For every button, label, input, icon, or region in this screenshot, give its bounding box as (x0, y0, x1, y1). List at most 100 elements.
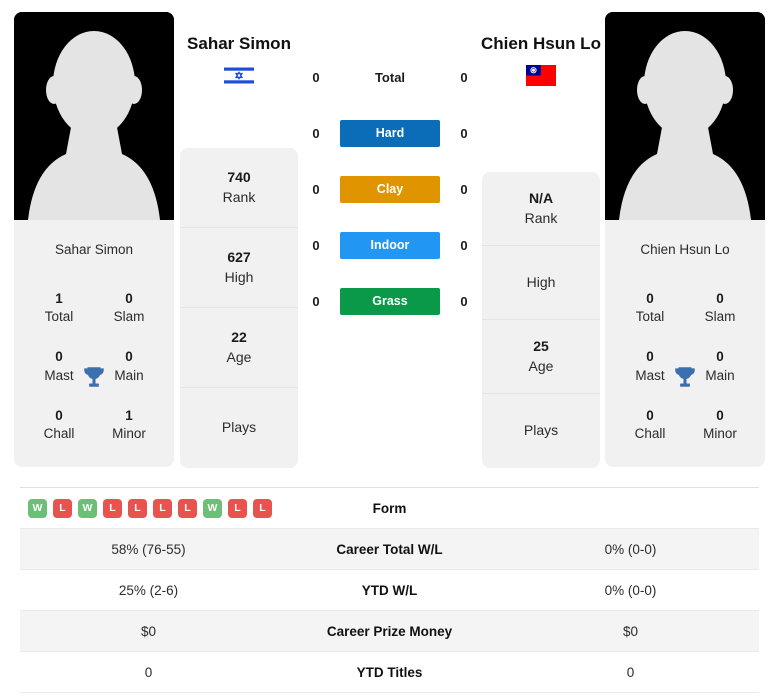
flag-wrap-right (466, 64, 616, 86)
comparison-stats-table: WLWLLLLWLL Form 58% (76-55) Career Total… (20, 487, 759, 693)
title-cell: 0 Chall (24, 395, 94, 453)
form-badge-loss: L (153, 498, 172, 518)
player-silhouette-icon (14, 12, 174, 220)
table-cell-left: $0 (140, 623, 157, 639)
player-name-left: Sahar Simon (187, 34, 291, 53)
surface-right-value: 0 (460, 237, 468, 253)
player-name-right: Chien Hsun Lo (481, 34, 601, 53)
table-cell-left: 0 (144, 664, 153, 680)
title-value: 0 (55, 407, 63, 423)
info-label: Rank (524, 209, 558, 226)
table-row: WLWLLLLWLL Form (20, 488, 759, 529)
surface-left-value: 0 (312, 69, 320, 85)
trophy-icon (675, 367, 695, 387)
table-cell-left: 25% (2-6) (118, 582, 179, 598)
form-badge-win: W (203, 498, 222, 518)
info-row-high: 627 High (180, 228, 298, 308)
info-value: 22 (231, 328, 247, 345)
player-header-left: Sahar Simon (164, 32, 314, 86)
info-row-rank: 740 Rank (180, 148, 298, 228)
surface-row: 0 Total 0 (305, 60, 475, 94)
form-badge-win: W (28, 498, 47, 518)
player-header-right: Chien Hsun Lo (466, 32, 616, 86)
table-row-label: Career Prize Money (326, 623, 453, 639)
info-label: Age (226, 348, 252, 365)
title-label: Total (635, 309, 665, 325)
info-label: Plays (523, 422, 559, 439)
table-row-label: Career Total W/L (336, 541, 443, 557)
form-badge-loss: L (228, 498, 247, 518)
surface-row: 0 Hard 0 (305, 116, 475, 150)
surface-label-hard: Hard (340, 119, 440, 147)
title-value: 0 (646, 291, 654, 306)
form-badge-loss: L (103, 498, 122, 518)
surface-label-clay: Clay (340, 175, 440, 203)
form-badge-loss: L (253, 498, 272, 518)
form-cell-left: WLWLLLLWLL (20, 498, 277, 518)
title-cell: 0 Slam (685, 278, 755, 336)
table-cell-left: 58% (76-55) (111, 541, 186, 557)
title-label: Minor (703, 426, 737, 442)
player-info-card-left: 740 Rank 627 High 22 Age Plays (180, 148, 298, 468)
info-value: 25 (533, 337, 549, 354)
surface-label-indoor: Indoor (340, 231, 440, 259)
player-photo-card-right: Chien Hsun Lo 0 Total 0 Slam 0 Mast 0 Ma… (605, 12, 765, 467)
player-photo-caption-left: Sahar Simon (54, 242, 134, 257)
title-value: 1 (55, 291, 63, 306)
titles-grid-right: 0 Total 0 Slam 0 Mast 0 Main 0 Chall 0 M… (605, 278, 765, 453)
player-info-card-right: N/A Rank High 25 Age Plays (482, 172, 600, 468)
table-row-label: YTD W/L (361, 582, 418, 598)
info-row-high: High (482, 246, 600, 320)
info-row-age: 25 Age (482, 320, 600, 394)
surface-row: 0 Indoor 0 (305, 228, 475, 262)
israel-flag-icon (224, 64, 254, 86)
info-value: 627 (227, 248, 251, 265)
title-label: Slam (113, 309, 145, 325)
table-cell-right: 0% (0-0) (604, 541, 657, 557)
player-photo-caption-right: Chien Hsun Lo (640, 242, 730, 257)
player-photo-right (605, 12, 765, 220)
title-value: 0 (646, 407, 654, 423)
form-badge-loss: L (128, 498, 147, 518)
table-cell-right: 0% (0-0) (604, 582, 657, 598)
title-cell: 0 Total (615, 278, 685, 336)
table-row-label: Form (372, 500, 407, 516)
title-label: Chall (43, 426, 75, 442)
surface-left-value: 0 (312, 293, 320, 309)
title-value: 0 (716, 407, 724, 423)
surface-left-value: 0 (312, 181, 320, 197)
trophy-icon (84, 367, 104, 387)
player-photo-left (14, 12, 174, 220)
surface-row: 0 Grass 0 (305, 284, 475, 318)
info-label: High (526, 273, 556, 290)
player-photo-card-left: Sahar Simon 1 Total 0 Slam 0 Mast 0 Main… (14, 12, 174, 467)
title-cell: 1 Minor (94, 395, 164, 453)
title-value: 0 (125, 291, 133, 306)
surface-right-value: 0 (460, 69, 468, 85)
surface-breakdown: 0 Total 0 0 Hard 0 0 Clay 0 0 Indoor 0 0… (305, 60, 475, 340)
info-row-age: 22 Age (180, 308, 298, 388)
surface-right-value: 0 (460, 293, 468, 309)
info-label: Rank (222, 188, 256, 205)
surface-label-grass: Grass (340, 287, 440, 315)
title-label: Minor (112, 426, 146, 442)
title-value: 0 (716, 291, 724, 306)
titles-grid-left: 1 Total 0 Slam 0 Mast 0 Main 0 Chall 1 M… (14, 278, 174, 453)
form-badges-left: WLWLLLLWLL (28, 498, 277, 518)
info-value: 740 (227, 168, 251, 185)
taiwan-flag-icon (526, 64, 556, 86)
info-row-plays: Plays (180, 388, 298, 468)
info-label: High (224, 268, 254, 285)
flag-wrap-left (164, 64, 314, 86)
surface-right-value: 0 (460, 125, 468, 141)
table-cell-right: $0 (622, 623, 639, 639)
title-cell: 0 Minor (685, 395, 755, 453)
surface-right-value: 0 (460, 181, 468, 197)
info-label: Age (528, 357, 554, 374)
player-comparison-panel: Sahar Simon 1 Total 0 Slam 0 Mast 0 Main… (0, 0, 779, 480)
player-silhouette-icon (605, 12, 765, 220)
title-cell: 1 Total (24, 278, 94, 336)
info-value: N/A (528, 189, 554, 206)
info-row-plays: Plays (482, 394, 600, 468)
table-row: $0 Career Prize Money $0 (20, 611, 759, 652)
